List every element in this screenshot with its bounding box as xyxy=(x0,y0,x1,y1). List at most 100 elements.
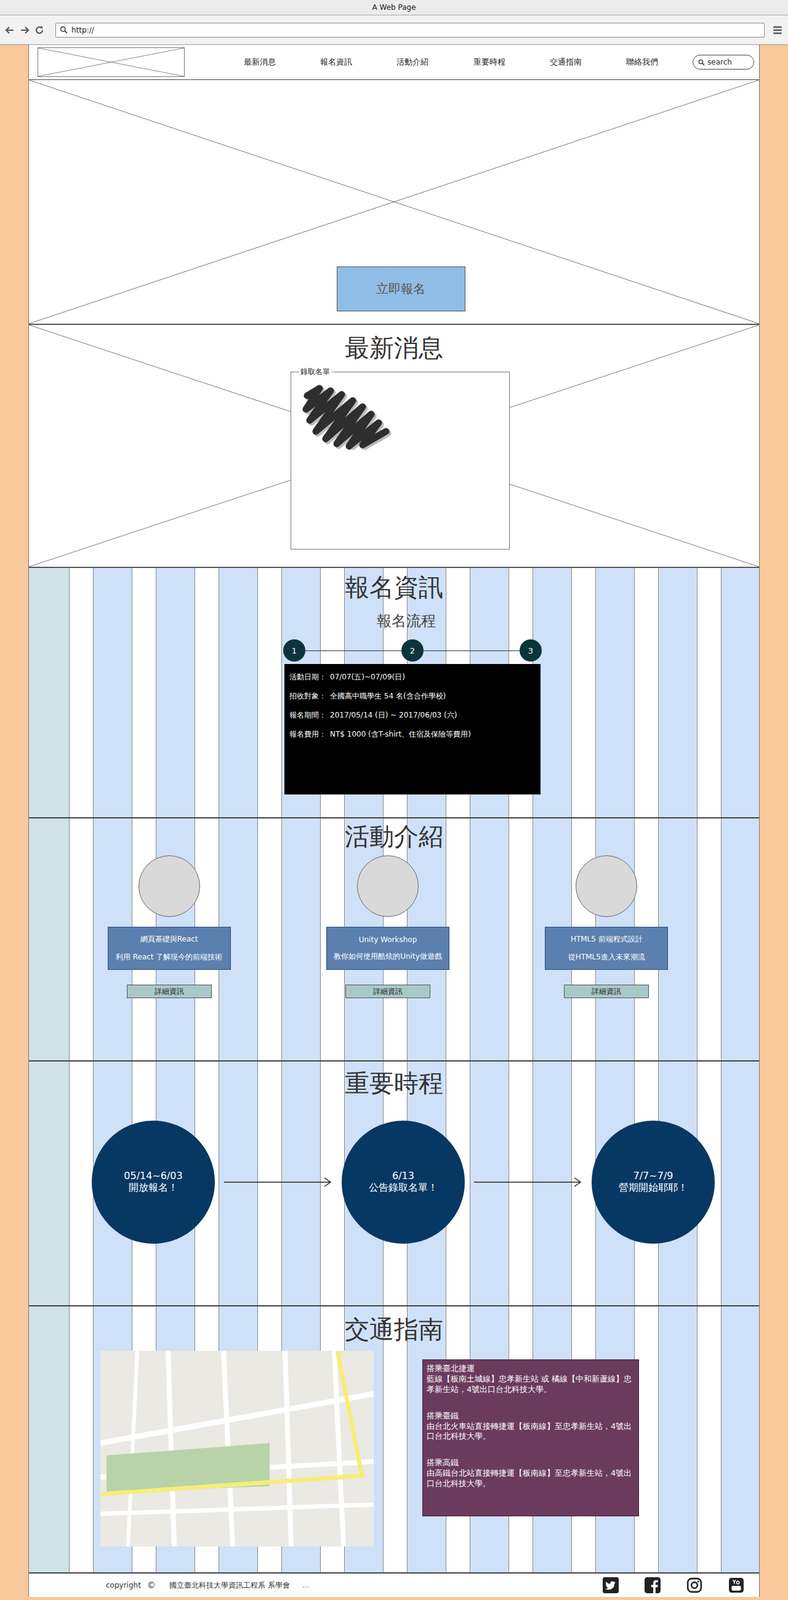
info-label: 報名期間： xyxy=(289,711,327,720)
event-text: 營期開始耶耶！ xyxy=(618,1182,688,1195)
timeline-event: 6/13公告錄取名單！ xyxy=(341,1121,465,1245)
social-links xyxy=(602,1577,745,1594)
direction-body: 藍線【板南土城線】忠孝新生站 或 橘線【中和新蘆線】忠孝新生站，4號出口台北科技… xyxy=(426,1374,635,1396)
step-connector xyxy=(305,650,402,652)
url-field[interactable]: http:// xyxy=(55,22,765,38)
directions-panel: 搭乘臺北捷運藍線【板南土城線】忠孝新生站 或 橘線【中和新蘆線】忠孝新生站，4號… xyxy=(422,1359,640,1517)
nav-item[interactable]: 報名資訊 xyxy=(320,56,353,68)
footer-more: ... xyxy=(302,1581,310,1591)
nav-item[interactable]: 重要時程 xyxy=(473,56,506,68)
section-title: 報名資訊 xyxy=(344,573,444,603)
activity-card: HTML5 前端程式設計從HTML5進入未來潮流 xyxy=(544,927,668,971)
url-text: http:// xyxy=(71,25,95,35)
activity-name: Unity Workshop xyxy=(329,935,447,945)
timeline-event: 05/14~6/03開放報名！ xyxy=(91,1121,215,1245)
step-circle[interactable]: 2 xyxy=(401,639,424,662)
info-value: 全國高中職學生 54 名(含合作學校) xyxy=(329,691,446,701)
copyright-text: copyright xyxy=(105,1581,141,1591)
window-title-bar: A Web Page xyxy=(0,0,788,16)
details-button[interactable]: 詳細資訊 xyxy=(126,985,212,999)
activity-card: Unity Workshop 教你如何使用酷炫的Unity做遊戲 xyxy=(326,927,450,971)
timeline: 05/14~6/03開放報名！ 6/13公告錄取名單！ 7/7~7/9營期開始耶耶！ xyxy=(73,1121,715,1245)
nav-item[interactable]: 交通指南 xyxy=(549,56,582,68)
instagram-icon[interactable] xyxy=(686,1577,703,1594)
organization-name: 國立臺北科技大學資訊工程系 系學會 xyxy=(169,1580,290,1592)
transport-section: 交通指南搭乘臺北捷運藍線【板南土城線】忠孝新生站 或 橘線【中和新蘆線】忠孝新生… xyxy=(28,1306,760,1575)
logo-placeholder[interactable] xyxy=(37,47,185,77)
activity-card: 網頁基礎與React 利用 React 了解現今的前端技術 xyxy=(107,927,231,971)
reload-icon[interactable] xyxy=(34,25,45,36)
back-arrow-icon[interactable] xyxy=(4,25,15,36)
info-row: 招收對象：全國高中職學生 54 名(含合作學校) xyxy=(289,687,536,707)
info-row: 活動日期：07/07(五)~07/09(日) xyxy=(289,667,536,688)
step-indicator: 1 2 3 xyxy=(283,639,542,662)
activity-name: 網頁基礎與React xyxy=(110,934,228,945)
activity-desc: 教你如何使用酷炫的Unity做遊戲 xyxy=(329,951,447,963)
arrow-icon xyxy=(224,1176,333,1189)
activity-list: 網頁基礎與React利用 React 了解現今的前端技術詳細資訊Unity Wo… xyxy=(28,855,760,999)
event-date: 05/14~6/03 xyxy=(123,1170,183,1182)
activity-image xyxy=(138,855,201,918)
direction-item: 搭乘臺北捷運藍線【板南土城線】忠孝新生站 或 橘線【中和新蘆線】忠孝新生站，4號… xyxy=(426,1364,635,1396)
direction-item: 搭乘臺鐵由台北火車站直接轉捷運【板南線】至忠孝新生站，4號出口台北科技大學。 xyxy=(426,1411,635,1444)
copyright-symbol: © xyxy=(147,1580,156,1591)
address-row: http:// xyxy=(0,15,788,45)
direction-body: 由高鐵台北站直接轉捷運【板南線】至忠孝新生站，4號出口台北科技大學。 xyxy=(426,1468,635,1490)
activity-desc: 利用 React 了解現今的前端技術 xyxy=(110,952,228,963)
site-footer: copyright © 國立臺北科技大學資訊工程系 系學會... xyxy=(28,1574,760,1598)
details-button[interactable]: 詳細資訊 xyxy=(345,985,431,999)
search-field[interactable]: search xyxy=(692,54,755,70)
activity-item: Unity Workshop 教你如何使用酷炫的Unity做遊戲詳細資訊 xyxy=(278,855,497,999)
registration-section: 報名資訊報名流程123活動日期：07/07(五)~07/09(日)招收對象：全國… xyxy=(28,568,760,819)
details-button[interactable]: 詳細資訊 xyxy=(563,985,649,999)
event-text: 開放報名！ xyxy=(128,1182,178,1195)
menu-icon[interactable] xyxy=(771,24,784,36)
event-date: 7/7~7/9 xyxy=(633,1170,674,1182)
news-section: 最新消息錄取名單 xyxy=(28,325,760,569)
activity-image xyxy=(575,855,638,918)
register-button[interactable]: 立即報名 xyxy=(336,266,466,312)
site: 最新消息報名資訊活動介紹重要時程交通指南聯絡我們search立即報名最新消息錄取… xyxy=(28,44,760,1598)
activity-image xyxy=(357,855,419,918)
info-value: 2017/05/14 (日) ~ 2017/06/03 (六) xyxy=(329,711,457,720)
section-title: 交通指南 xyxy=(344,1315,444,1346)
info-panel: 活動日期：07/07(五)~07/09(日)招收對象：全國高中職學生 54 名(… xyxy=(284,664,541,795)
info-row: 報名期間：2017/05/14 (日) ~ 2017/06/03 (六) xyxy=(289,706,536,726)
direction-title: 搭乘高鐵 xyxy=(426,1458,635,1469)
map-image[interactable] xyxy=(100,1351,374,1548)
event-text: 公告錄取名單！ xyxy=(368,1182,438,1195)
twitter-icon[interactable] xyxy=(602,1577,619,1594)
direction-body: 由台北火車站直接轉捷運【板南線】至忠孝新生站，4號出口台北科技大學。 xyxy=(426,1422,635,1444)
section-title: 活動介紹 xyxy=(344,822,444,853)
nav-item[interactable]: 最新消息 xyxy=(243,56,276,68)
hero-banner: 立即報名 xyxy=(28,80,760,326)
scribble-icon xyxy=(298,382,398,451)
search-icon xyxy=(59,25,68,34)
info-label: 招收對象： xyxy=(289,691,327,701)
box-legend: 錄取名單 xyxy=(298,366,332,378)
activity-item: HTML5 前端程式設計從HTML5進入未來潮流詳細資訊 xyxy=(497,855,716,999)
step-connector xyxy=(423,650,520,652)
info-label: 報名費用： xyxy=(289,730,327,739)
activity-item: 網頁基礎與React 利用 React 了解現今的前端技術詳細資訊 xyxy=(59,855,279,999)
nav-item[interactable]: 活動介紹 xyxy=(396,56,429,68)
activity-desc: 從HTML5進入未來潮流 xyxy=(547,952,665,963)
search-placeholder: search xyxy=(707,57,732,67)
info-row: 報名費用：NT$ 1000 (含T-shirt、住宿及保險等費用) xyxy=(289,725,536,745)
window-title: A Web Page xyxy=(371,3,416,12)
step-circle[interactable]: 3 xyxy=(519,639,542,662)
admission-list-box: 錄取名單 xyxy=(290,366,510,550)
nav-item[interactable]: 聯絡我們 xyxy=(626,56,659,68)
facebook-icon[interactable] xyxy=(644,1577,661,1594)
timeline-event: 7/7~7/9營期開始耶耶！ xyxy=(591,1121,715,1245)
arrow-icon xyxy=(474,1176,583,1189)
main-nav: 最新消息 報名資訊 活動介紹 重要時程 交通指南 聯絡我們 xyxy=(184,56,693,68)
youtube-icon[interactable] xyxy=(728,1577,745,1594)
activities-section: 活動介紹網頁基礎與React利用 React 了解現今的前端技術詳細資訊Unit… xyxy=(28,818,760,1062)
forward-arrow-icon[interactable] xyxy=(19,25,30,36)
step-circle[interactable]: 1 xyxy=(283,639,306,662)
event-date: 6/13 xyxy=(392,1170,415,1182)
timeline-section: 重要時程05/14~6/03開放報名！6/13公告錄取名單！7/7~7/9營期開… xyxy=(28,1061,760,1307)
info-value: NT$ 1000 (含T-shirt、住宿及保險等費用) xyxy=(329,730,471,739)
info-value: 07/07(五)~07/09(日) xyxy=(329,672,406,682)
